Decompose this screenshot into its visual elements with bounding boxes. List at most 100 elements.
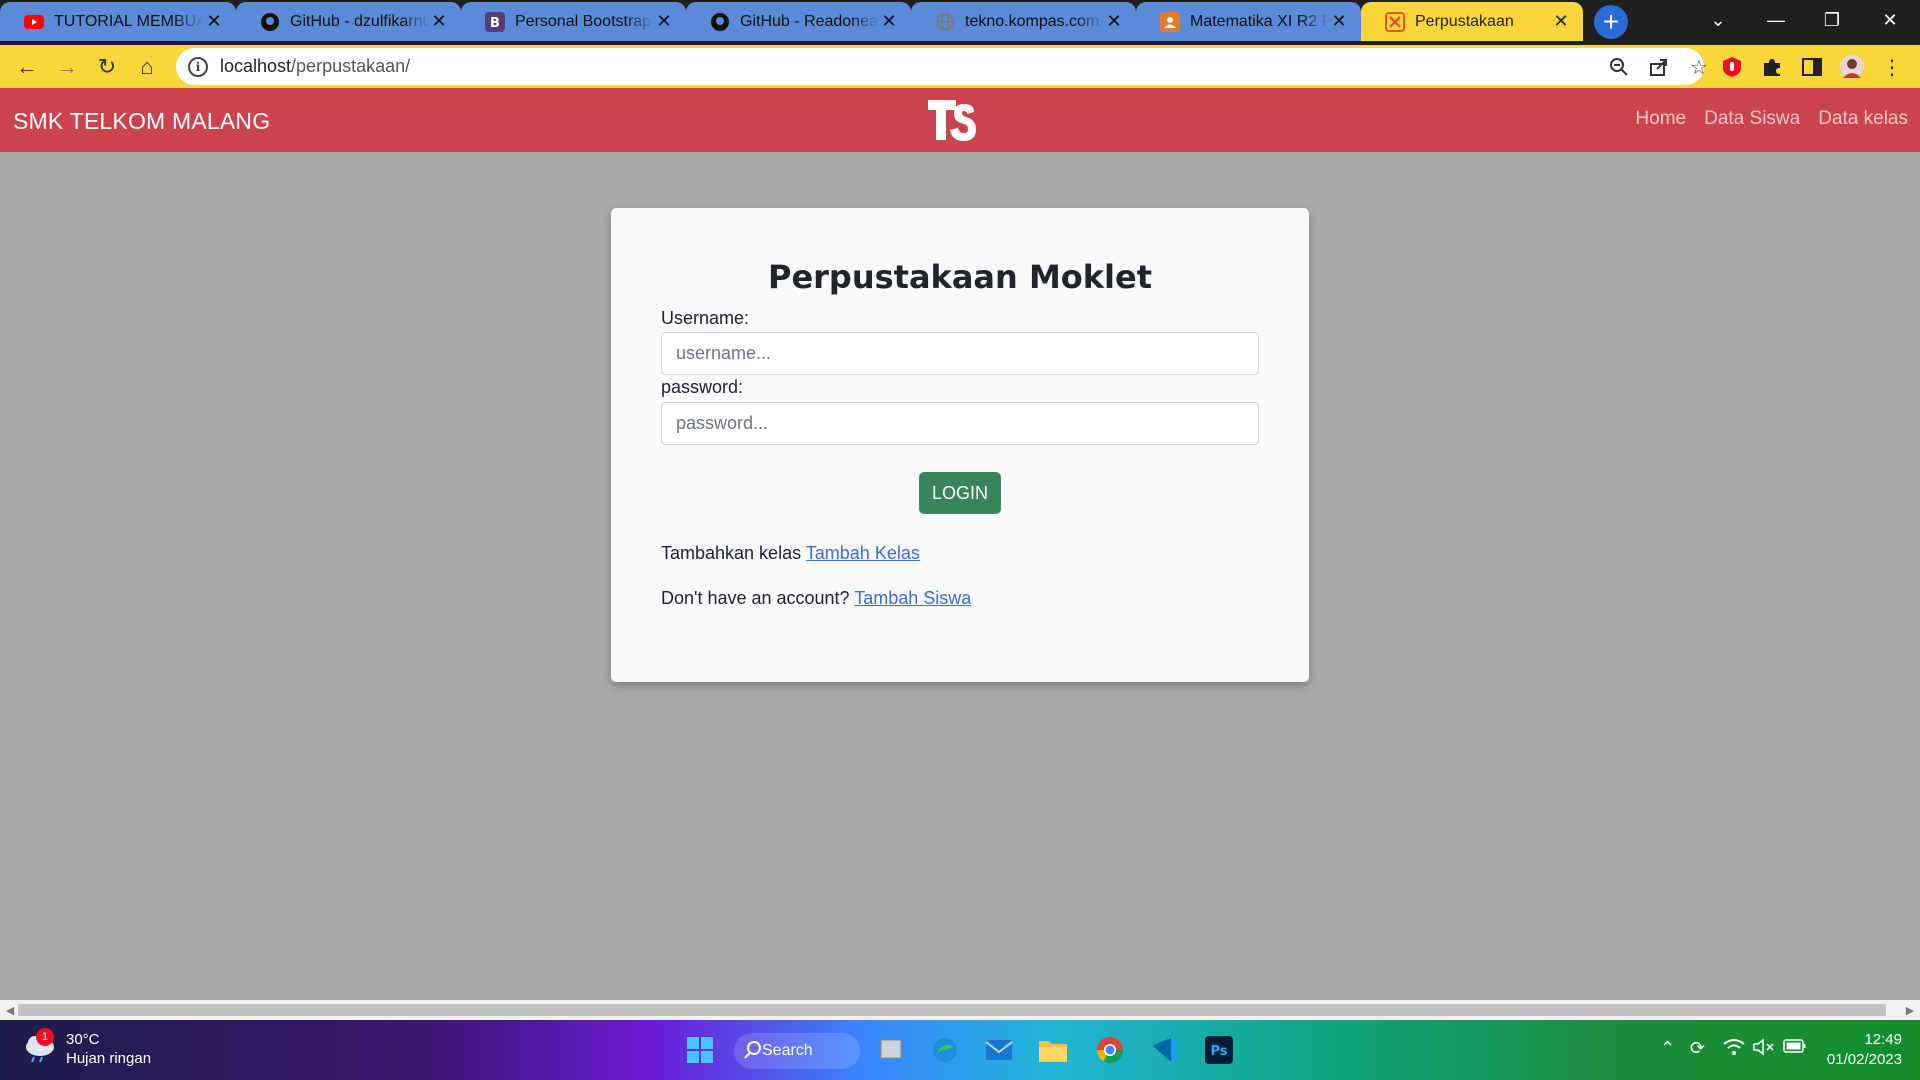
password-label: password: — [661, 377, 744, 397]
nav-data-siswa-link[interactable]: Data Siswa — [1704, 108, 1800, 130]
browser-tab-strip: TUTORIAL MEMBUAT ✕ GitHub - dzulfikarnur… — [0, 0, 1920, 45]
profile-avatar[interactable] — [1836, 51, 1868, 83]
tab-tutorial[interactable]: TUTORIAL MEMBUAT ✕ — [0, 2, 236, 41]
tab-perpustakaan-active[interactable]: Perpustakaan ✕ — [1361, 2, 1583, 41]
bookmark-star-icon[interactable]: ☆ — [1682, 50, 1716, 84]
register-text: Don't have an account? — [661, 588, 850, 608]
login-button[interactable]: LOGIN — [919, 472, 1001, 514]
github-icon — [260, 12, 280, 32]
navbar-brand[interactable]: SMK TELKOM MALANG — [13, 108, 270, 135]
start-windows-icon[interactable] — [682, 1032, 718, 1068]
browser-menu-icon[interactable]: ⋮ — [1876, 51, 1908, 83]
tambah-kelas-link[interactable]: Tambah Kelas — [806, 543, 920, 563]
restore-icon[interactable]: ❐ — [1804, 0, 1860, 40]
task-view-icon[interactable] — [873, 1032, 909, 1068]
tab-tekno-kompas[interactable]: tekno.kompas.com ✕ — [911, 2, 1136, 41]
clock-date: 01/02/2023 — [1826, 1051, 1902, 1068]
volume-muted-icon[interactable] — [1753, 1038, 1775, 1061]
weather-temperature: 30°C — [66, 1031, 100, 1048]
tab-label: Matematika XI R2 Fer — [1190, 12, 1329, 30]
tab-github-dzulfikar[interactable]: GitHub - dzulfikarnurf ✕ — [236, 2, 461, 41]
sync-icon[interactable]: ⟳ — [1690, 1038, 1705, 1059]
chrome-icon[interactable] — [1092, 1032, 1128, 1068]
tab-label: Personal Bootstrap Te — [515, 12, 654, 30]
login-title: Perpustakaan Moklet — [767, 258, 1153, 296]
new-tab-button[interactable]: + — [1594, 5, 1628, 39]
close-tab-icon[interactable]: ✕ — [879, 11, 899, 32]
file-explorer-icon[interactable] — [1035, 1032, 1071, 1068]
login-card: Perpustakaan Moklet Username: password: … — [611, 208, 1309, 682]
edge-browser-icon[interactable] — [927, 1032, 963, 1068]
close-tab-icon[interactable]: ✕ — [1551, 11, 1571, 32]
nav-data-kelas-link[interactable]: Data kelas — [1818, 108, 1908, 130]
bootstrap-icon: B — [485, 11, 505, 32]
close-tab-icon[interactable]: ✕ — [1104, 11, 1124, 32]
url-path: /perpustakaan/ — [291, 56, 411, 76]
windows-taskbar: 1 30°C Hujan ringan Search Ps ⌃ ⟳ 12:49 … — [0, 1020, 1920, 1080]
add-kelas-line: Tambahkan kelas Tambah Kelas — [661, 543, 920, 564]
tab-search-icon[interactable]: ⌄ — [1690, 0, 1746, 40]
weather-widget[interactable]: 1 30°C Hujan ringan — [22, 1028, 152, 1068]
tab-label: GitHub - dzulfikarnurf — [290, 12, 429, 30]
extensions-puzzle-icon[interactable] — [1756, 51, 1788, 83]
tab-label: TUTORIAL MEMBUAT — [54, 12, 204, 30]
nav-home-link[interactable]: Home — [1635, 108, 1686, 130]
photoshop-icon[interactable]: Ps — [1201, 1032, 1237, 1068]
scroll-right-icon[interactable]: ▶ — [1902, 1002, 1918, 1018]
close-tab-icon[interactable]: ✕ — [204, 11, 224, 32]
battery-icon[interactable] — [1783, 1038, 1807, 1059]
svg-text:Ps: Ps — [1210, 1044, 1227, 1059]
username-input[interactable] — [661, 332, 1259, 375]
youtube-icon — [24, 12, 44, 32]
github-icon — [710, 12, 730, 32]
search-icon — [744, 1040, 762, 1065]
password-input[interactable] — [661, 402, 1259, 445]
xampp-icon — [1385, 11, 1405, 32]
tab-github-readonearif[interactable]: GitHub - Readonearif ✕ — [686, 2, 911, 41]
adblock-extension-icon[interactable] — [1716, 51, 1748, 83]
wifi-icon[interactable] — [1723, 1038, 1745, 1061]
url-text[interactable]: localhost/perpustakaan/ — [220, 56, 410, 77]
globe-icon — [935, 12, 955, 32]
tab-matematika[interactable]: Matematika XI R2 Fer ✕ — [1136, 2, 1361, 41]
rain-cloud-icon: 1 — [22, 1028, 62, 1067]
tab-label: tekno.kompas.com — [965, 12, 1100, 30]
close-tab-icon[interactable]: ✕ — [429, 11, 449, 32]
minimize-icon[interactable]: — — [1748, 0, 1804, 40]
site-info-icon[interactable]: i — [188, 56, 208, 77]
clock-time: 12:49 — [1864, 1031, 1902, 1048]
tab-label: Perpustakaan — [1415, 12, 1514, 30]
tab-label: GitHub - Readonearif — [740, 12, 879, 30]
weather-alert-badge: 1 — [36, 1028, 54, 1046]
add-kelas-text: Tambahkan kelas — [661, 543, 802, 563]
telkom-school-logo[interactable] — [926, 96, 976, 144]
back-icon[interactable]: ← — [11, 51, 43, 83]
zoom-icon[interactable] — [1602, 50, 1636, 84]
tambah-siswa-link[interactable]: Tambah Siswa — [854, 588, 971, 608]
classroom-icon — [1160, 11, 1180, 32]
site-navbar: SMK TELKOM MALANG Home Data Siswa Data k… — [0, 88, 1920, 152]
side-panel-icon[interactable] — [1796, 51, 1828, 83]
horizontal-scrollbar[interactable]: ◀ ▶ — [0, 1000, 1920, 1020]
close-tab-icon[interactable]: ✕ — [1329, 11, 1349, 32]
register-line: Don't have an account? Tambah Siswa — [661, 588, 971, 609]
browser-toolbar: ← → ↻ ⌂ i localhost/perpustakaan/ ☆ ⋮ — [0, 45, 1920, 88]
scroll-left-icon[interactable]: ◀ — [2, 1002, 18, 1018]
share-icon[interactable] — [1642, 50, 1676, 84]
address-bar[interactable]: i localhost/perpustakaan/ ☆ — [176, 48, 1708, 85]
weather-description: Hujan ringan — [66, 1050, 152, 1067]
username-label: Username: — [661, 308, 750, 328]
home-icon[interactable]: ⌂ — [131, 51, 163, 83]
navbar-links: Home Data Siswa Data kelas — [1635, 108, 1908, 130]
taskbar-clock[interactable]: 12:49 01/02/2023 — [1827, 1030, 1902, 1070]
tray-overflow-chevron-icon[interactable]: ⌃ — [1660, 1038, 1675, 1059]
mail-icon[interactable] — [981, 1032, 1017, 1068]
forward-icon[interactable]: → — [51, 51, 83, 83]
close-window-icon[interactable]: ✕ — [1862, 0, 1918, 40]
tab-bootstrap[interactable]: B Personal Bootstrap Te ✕ — [461, 2, 686, 41]
reload-icon[interactable]: ↻ — [91, 51, 123, 83]
close-tab-icon[interactable]: ✕ — [654, 11, 674, 32]
scrollbar-thumb[interactable] — [18, 1004, 1886, 1016]
taskbar-search[interactable]: Search — [734, 1033, 860, 1069]
vscode-icon[interactable] — [1147, 1032, 1183, 1068]
